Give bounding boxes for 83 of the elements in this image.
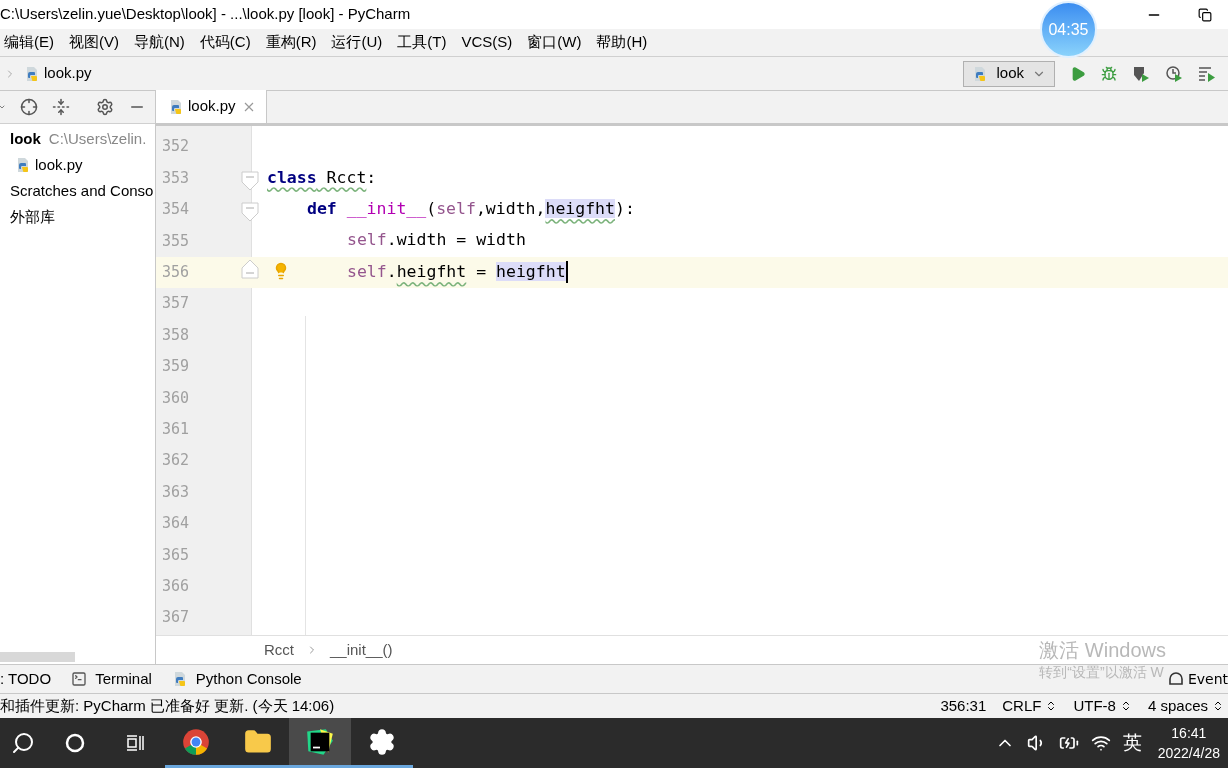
menu-item[interactable]: 重构(R): [265, 31, 317, 54]
python-file-icon: [15, 157, 31, 173]
restore-icon[interactable]: [1198, 7, 1212, 22]
status-widget[interactable]: UTF-8: [1073, 694, 1132, 718]
terminal-icon: [71, 671, 88, 687]
debug-icon[interactable]: [1101, 65, 1117, 82]
line-number: 352: [161, 136, 191, 158]
close-icon[interactable]: [243, 101, 254, 112]
tree-item[interactable]: Scratches and Conso: [0, 178, 155, 204]
line-number: 367: [161, 607, 191, 629]
activation-title: 激活 Windows: [1039, 638, 1166, 662]
list-run-icon[interactable]: [1198, 64, 1216, 83]
menu-item[interactable]: 运行(U): [331, 31, 383, 54]
line-number: 364: [161, 513, 191, 535]
tree-item[interactable]: 外部库: [0, 204, 155, 230]
line-number: 357: [161, 293, 191, 315]
event-log-tab[interactable]: Event: [1187, 668, 1228, 690]
line-number: 362: [161, 450, 191, 472]
clock[interactable]: 16:41 2022/4/28: [1157, 723, 1220, 763]
line-number: 358: [161, 324, 191, 346]
status-widget[interactable]: CRLF: [1002, 694, 1058, 718]
folder-icon: [244, 727, 272, 756]
circle-icon[interactable]: [65, 733, 85, 753]
status-widget[interactable]: 4 spaces: [1147, 694, 1224, 718]
editor-tab[interactable]: look.py: [156, 90, 267, 123]
line-number: 360: [161, 387, 191, 409]
breadcrumb-file[interactable]: look.py: [44, 62, 92, 85]
code-text: def __init__(self,width,heigfht):: [307, 198, 635, 221]
profile-icon[interactable]: [1165, 64, 1183, 83]
run-icon[interactable]: [1070, 65, 1086, 82]
search-icon[interactable]: [10, 731, 35, 755]
tree-item[interactable]: look.py: [0, 152, 155, 178]
line-number: 354: [161, 199, 191, 221]
line-number: 356: [161, 262, 191, 283]
line-number: 363: [161, 481, 191, 503]
menu-item[interactable]: 代码(C): [199, 31, 251, 54]
fold-marker-icon[interactable]: [241, 259, 259, 280]
chrome-icon: [182, 727, 210, 756]
coverage-icon[interactable]: [1132, 64, 1150, 83]
task-view-icon[interactable]: [125, 733, 145, 753]
menu-item[interactable]: 窗口(W): [527, 31, 582, 54]
locate-icon[interactable]: [20, 98, 38, 116]
fold-marker-icon[interactable]: [241, 171, 259, 192]
cursor-position[interactable]: 356:31: [940, 694, 987, 718]
code-text: class Rcct:: [267, 166, 377, 189]
balloon-icon: [1167, 671, 1184, 687]
menu-item[interactable]: 帮助(H): [596, 31, 648, 54]
line-number: 359: [161, 356, 191, 378]
tree-label: 外部库: [10, 206, 55, 227]
breadcrumb-item[interactable]: Rcct: [264, 638, 294, 662]
python-file-icon: [24, 65, 40, 82]
menu-item[interactable]: 编辑(E): [4, 31, 54, 54]
status-message: 和插件更新: PyCharm 已准备好 更新. (今天 14:06): [0, 695, 335, 716]
line-number: 355: [161, 230, 191, 252]
line-number: 365: [161, 544, 191, 566]
pycharm-logo-icon: [306, 727, 334, 756]
wifi-icon[interactable]: [1090, 733, 1111, 753]
menu-item[interactable]: 视图(V): [69, 31, 119, 54]
tree-path: C:\Users\zelin.: [48, 128, 147, 149]
menu-item[interactable]: 工具(T): [397, 31, 447, 54]
fold-marker-icon[interactable]: [241, 202, 259, 223]
code-text: self.heigfht = heigfht: [347, 260, 566, 283]
code-text: self.width = width: [347, 229, 526, 252]
input-method[interactable]: 英: [1122, 728, 1142, 758]
taskbar-app[interactable]: [289, 718, 351, 768]
tree-label: Scratches and Conso: [10, 180, 154, 201]
menu-item[interactable]: VCS(S): [461, 31, 513, 54]
breadcrumb-item[interactable]: __init__(): [330, 638, 393, 662]
collapse-icon[interactable]: [52, 98, 70, 116]
tree-label: look: [10, 128, 41, 149]
updown-icon: [1212, 700, 1224, 712]
line-number: 353: [161, 167, 191, 189]
tool-window-tab[interactable]: Python Console: [171, 667, 322, 691]
tree-item[interactable]: look C:\Users\zelin.: [0, 126, 155, 152]
window-title: C:\Users\zelin.yue\Desktop\look] - ...\look.py [look] - PyCharm: [0, 4, 411, 25]
line-number: 366: [161, 575, 191, 597]
tool-window-tab[interactable]: : TODO: [0, 667, 72, 691]
tool-window-tab[interactable]: Terminal: [71, 667, 172, 691]
python-file-icon: [168, 98, 184, 115]
menu-item[interactable]: 导航(N): [134, 31, 185, 54]
line-number: 361: [161, 418, 191, 440]
scrollbar[interactable]: [0, 652, 75, 662]
run-config-dropdown[interactable]: look: [963, 60, 1055, 87]
